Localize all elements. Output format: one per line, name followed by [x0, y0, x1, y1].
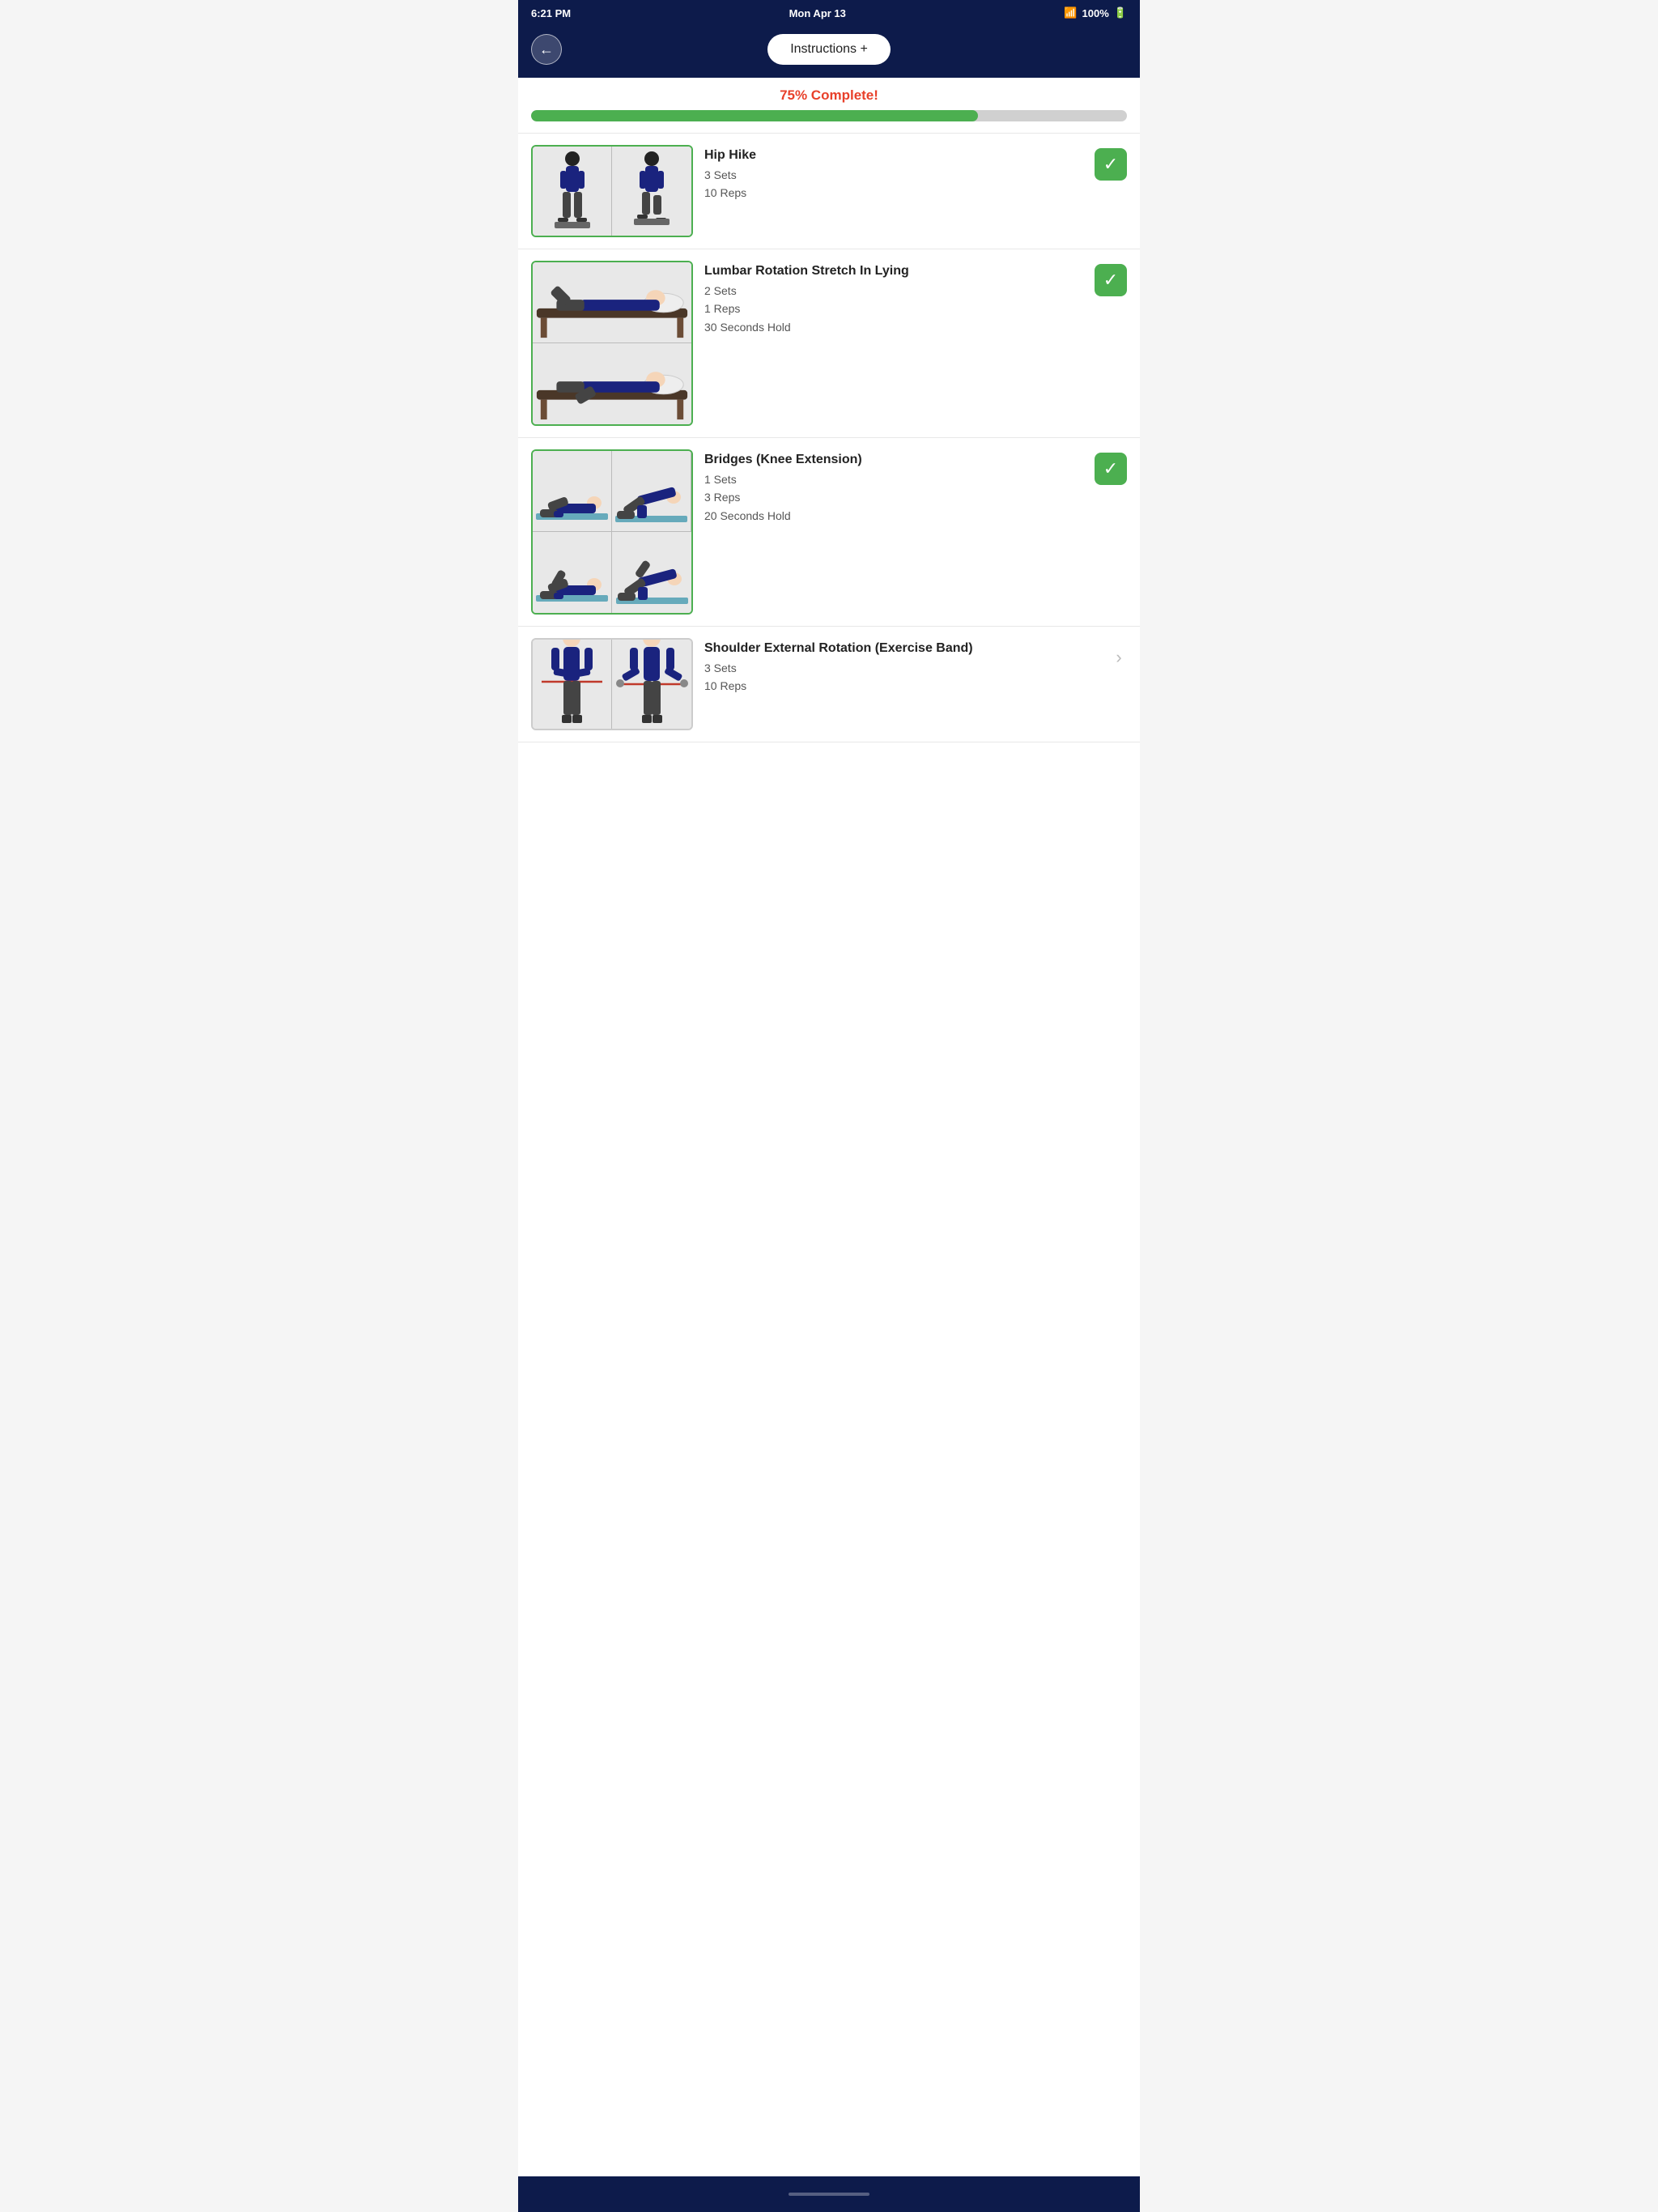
exercise-sets-shoulder: 3 Sets: [704, 659, 1099, 677]
person-lying-1: [533, 264, 691, 341]
battery-icon: 🔋: [1114, 6, 1127, 19]
chevron-right-icon: ›: [1111, 641, 1127, 674]
progress-section: 75% Complete!: [518, 78, 1140, 134]
person-lying-2: [533, 346, 691, 423]
exercise-list: Hip Hike 3 Sets 10 Reps ✓: [518, 134, 1140, 2176]
exercise-item-lumbar[interactable]: Lumbar Rotation Stretch In Lying 2 Sets …: [518, 249, 1140, 438]
exercise-name-lumbar: Lumbar Rotation Stretch In Lying: [704, 264, 1083, 279]
exercise-img-cell-lumbar-2: [533, 343, 691, 424]
completed-badge-bridges: ✓: [1095, 453, 1127, 485]
exercise-name-shoulder: Shoulder External Rotation (Exercise Ban…: [704, 641, 1099, 656]
exercise-info-hip-hike: Hip Hike 3 Sets 10 Reps: [704, 145, 1083, 202]
shoulder-figure-1: [534, 640, 610, 729]
exercise-check-shoulder: ›: [1111, 638, 1127, 674]
exercise-reps: 10 Reps: [704, 184, 1083, 202]
exercise-img-bridges-1: [533, 451, 612, 532]
exercise-hold-bridges: 20 Seconds Hold: [704, 507, 1083, 525]
exercise-info-lumbar: Lumbar Rotation Stretch In Lying 2 Sets …: [704, 261, 1083, 336]
bridge-figure-3: [534, 534, 610, 611]
exercise-img-bridges-2: [612, 451, 691, 532]
exercise-img-cell-lumbar-1: [533, 262, 691, 343]
exercise-reps-bridges: 3 Reps: [704, 488, 1083, 506]
exercise-sets-bridges: 1 Sets: [704, 470, 1083, 488]
exercise-image-bridges: [531, 449, 693, 615]
home-indicator: [789, 2193, 869, 2196]
instructions-button[interactable]: Instructions +: [767, 34, 891, 65]
back-button[interactable]: ←: [531, 34, 562, 65]
header: ← Instructions +: [518, 26, 1140, 78]
exercise-img-bridges-3: [533, 532, 612, 613]
checkmark-icon: ✓: [1103, 154, 1118, 175]
status-right: 📶 100% 🔋: [1064, 6, 1127, 19]
shoulder-figure-2: [614, 640, 691, 729]
exercise-item-shoulder[interactable]: Shoulder External Rotation (Exercise Ban…: [518, 627, 1140, 742]
bridge-figure-4: [614, 534, 691, 611]
exercise-check-hip-hike: ✓: [1095, 145, 1127, 181]
checkmark-icon-lumbar: ✓: [1103, 270, 1118, 291]
completed-badge-lumbar: ✓: [1095, 264, 1127, 296]
person-figure-1: [540, 147, 605, 236]
bridge-figure-2: [613, 453, 690, 530]
bridge-figure-1: [534, 453, 610, 530]
exercise-sets-lumbar: 2 Sets: [704, 282, 1083, 300]
checkmark-icon-bridges: ✓: [1103, 458, 1118, 479]
exercise-item-hip-hike[interactable]: Hip Hike 3 Sets 10 Reps ✓: [518, 134, 1140, 249]
exercise-info-bridges: Bridges (Knee Extension) 1 Sets 3 Reps 2…: [704, 449, 1083, 525]
exercise-reps-lumbar: 1 Reps: [704, 300, 1083, 317]
exercise-name: Hip Hike: [704, 148, 1083, 163]
progress-label: 75% Complete!: [531, 87, 1127, 104]
exercise-img-cell: [533, 147, 612, 236]
person-figure-2: [619, 147, 684, 236]
wifi-icon: 📶: [1064, 6, 1077, 19]
exercise-image-shoulder: [531, 638, 693, 730]
exercise-img-shoulder-2: [612, 640, 691, 729]
completed-badge: ✓: [1095, 148, 1127, 181]
bottom-bar: [518, 2176, 1140, 2212]
exercise-img-shoulder-1: [533, 640, 612, 729]
exercise-check-bridges: ✓: [1095, 449, 1127, 485]
exercise-image-lumbar: [531, 261, 693, 426]
exercise-reps-shoulder: 10 Reps: [704, 677, 1099, 695]
exercise-img-cell-2: [612, 147, 691, 236]
status-time: 6:21 PM: [531, 7, 571, 19]
battery-percent: 100%: [1082, 7, 1109, 19]
back-arrow-icon: ←: [539, 41, 554, 58]
progress-bar-fill: [531, 110, 978, 121]
exercise-hold-lumbar: 30 Seconds Hold: [704, 318, 1083, 336]
exercise-check-lumbar: ✓: [1095, 261, 1127, 296]
exercise-name-bridges: Bridges (Knee Extension): [704, 453, 1083, 467]
exercise-info-shoulder: Shoulder External Rotation (Exercise Ban…: [704, 638, 1099, 696]
progress-bar-container: [531, 110, 1127, 121]
exercise-image-hip-hike: [531, 145, 693, 237]
status-bar: 6:21 PM Mon Apr 13 📶 100% 🔋: [518, 0, 1140, 26]
exercise-item-bridges[interactable]: Bridges (Knee Extension) 1 Sets 3 Reps 2…: [518, 438, 1140, 627]
exercise-img-bridges-4: [612, 532, 691, 613]
exercise-sets: 3 Sets: [704, 166, 1083, 184]
status-date: Mon Apr 13: [789, 7, 846, 19]
